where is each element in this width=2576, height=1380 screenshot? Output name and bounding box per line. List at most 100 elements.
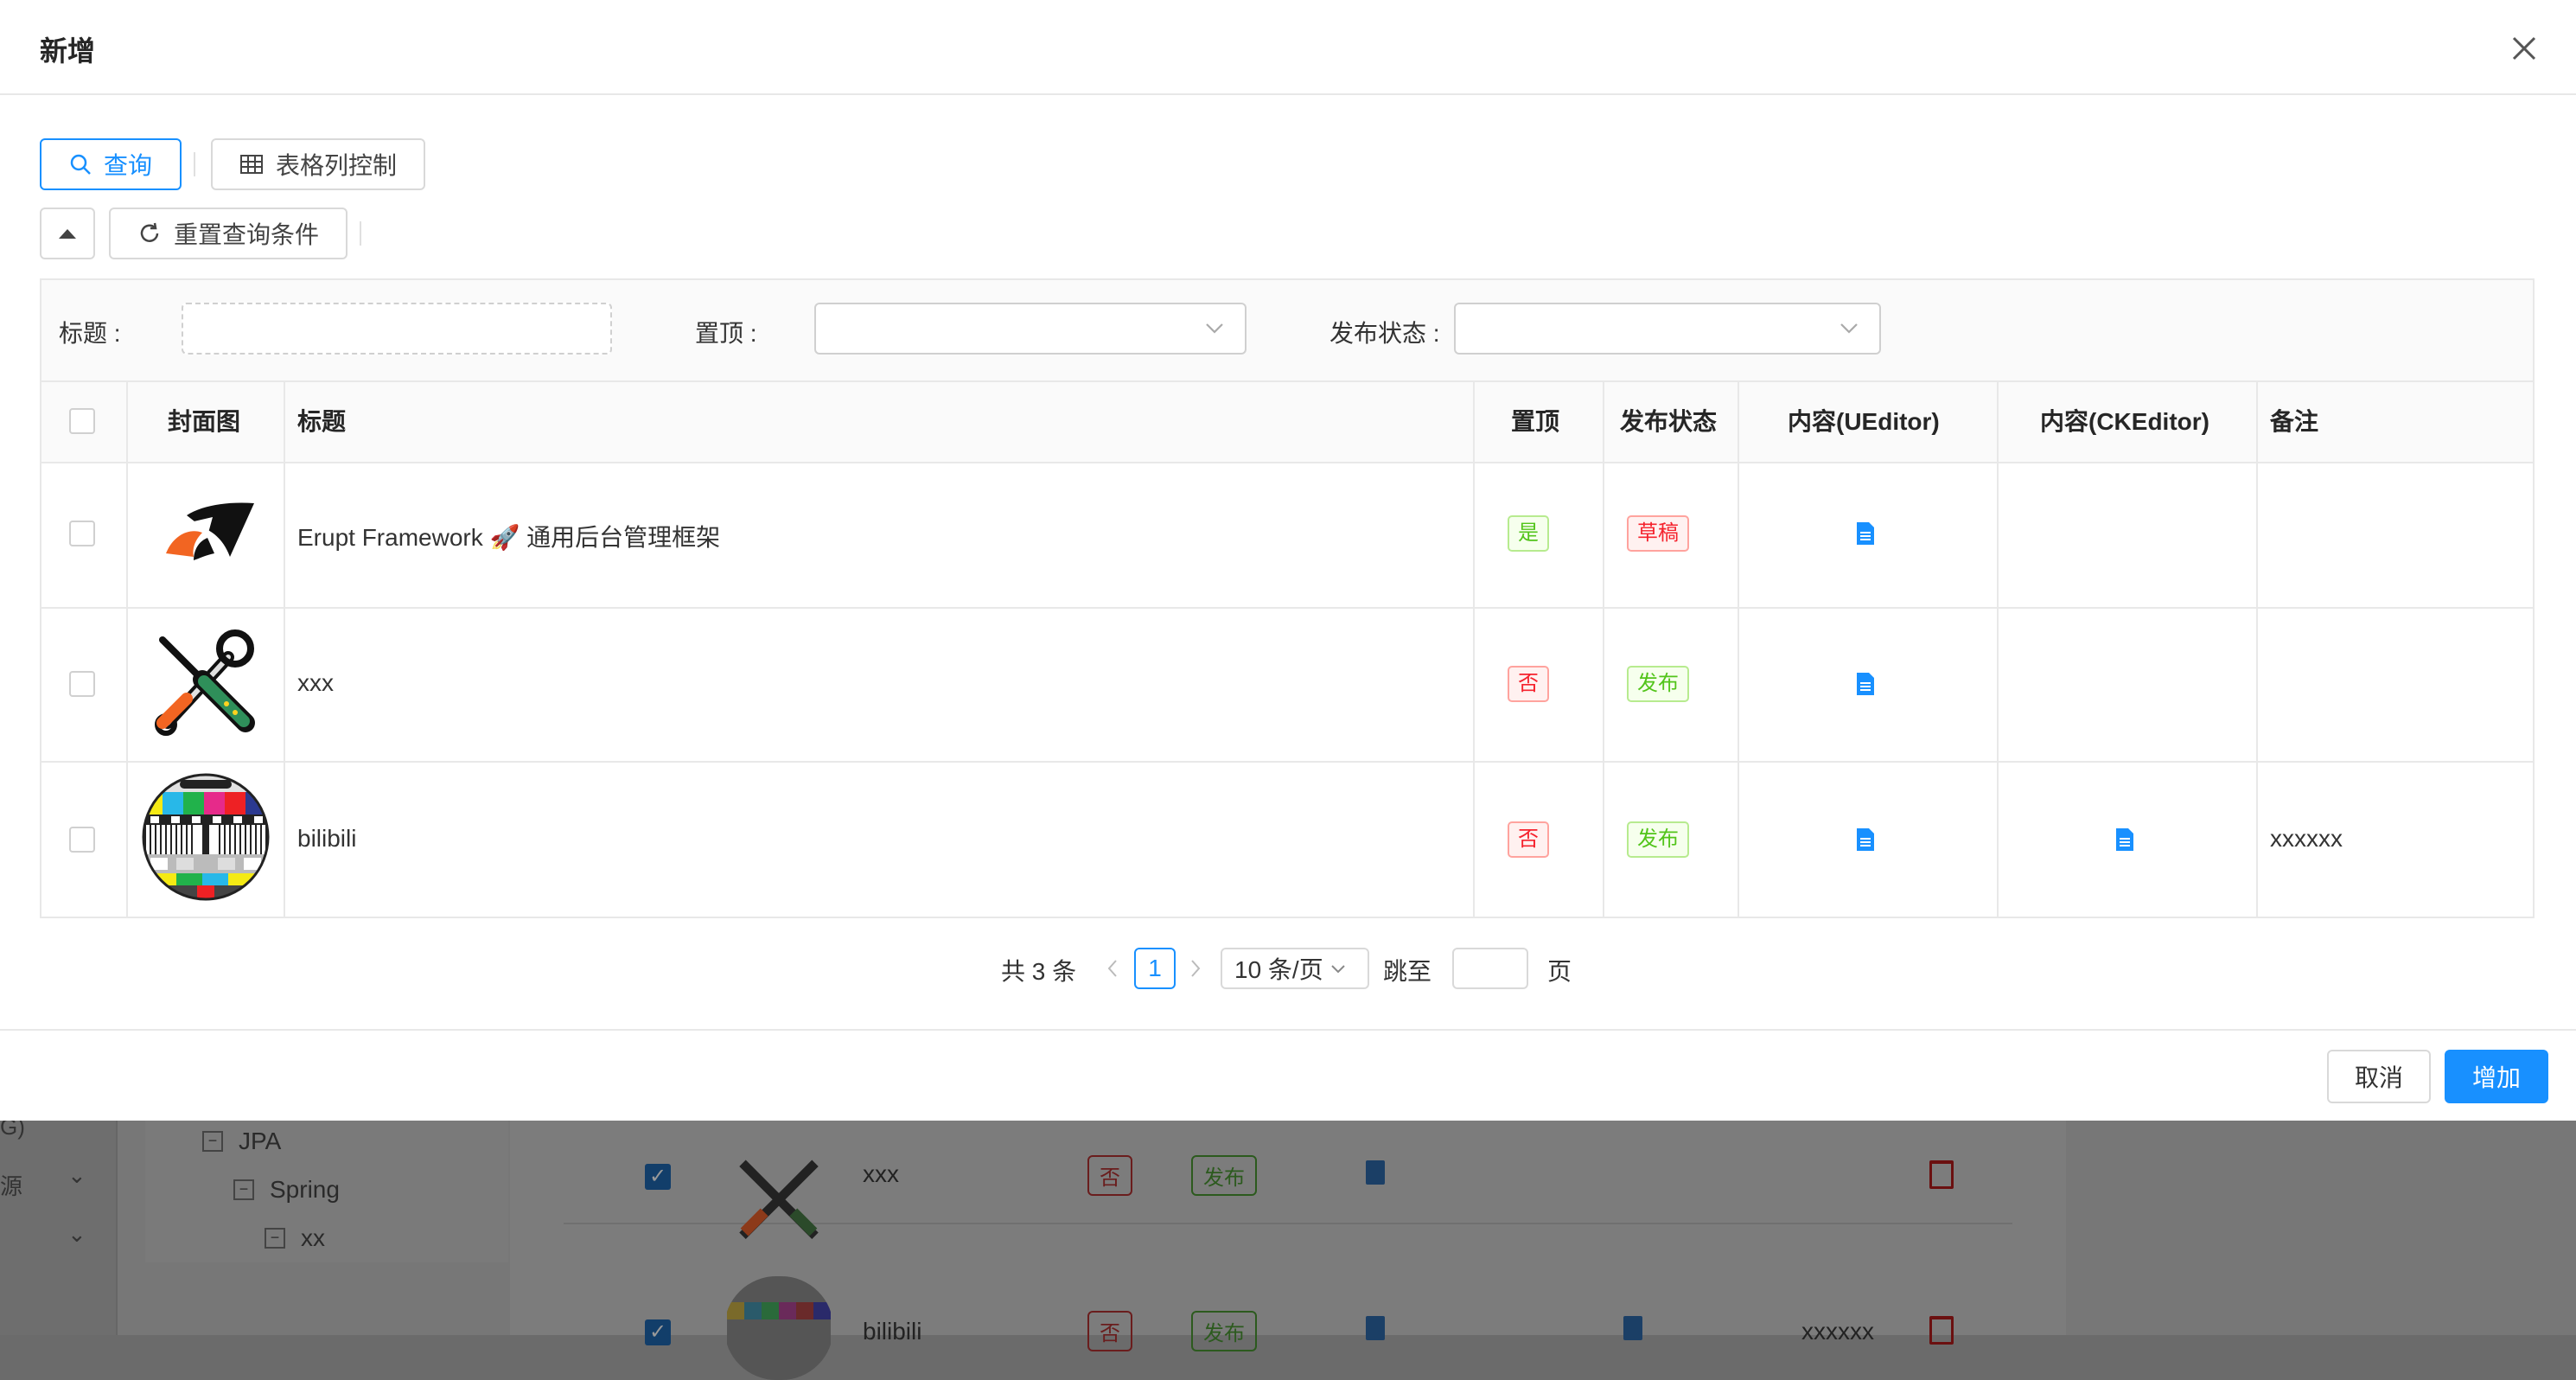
collapse-icon: − [202, 1131, 223, 1152]
bg-panel: ✓ xxx 否 发布 ✓ bilibili 否 发布 xxxxxx [510, 1121, 2066, 1380]
top-filter-label: 置顶 : [695, 320, 757, 347]
bg-sidebar: G) 源 ⌄ ⌄ [0, 1114, 118, 1335]
table-row[interactable]: xxx 否 发布 [41, 607, 2533, 763]
modal-footer: 取消 增加 [0, 1029, 2576, 1122]
jump-page-input[interactable] [1452, 948, 1528, 989]
title-filter-input[interactable] [182, 303, 612, 355]
header-ueditor: 内容(UEditor) [1788, 408, 1940, 435]
top-tag: 否 [1508, 666, 1549, 702]
search-icon [70, 154, 91, 175]
row-remark: xxxxxx [2270, 825, 2343, 852]
chevron-left-icon[interactable] [1105, 958, 1120, 979]
tools-image [155, 629, 255, 736]
doc-icon[interactable] [1855, 827, 1876, 853]
table-row[interactable]: Erupt Framework 🚀 通用后台管理框架 是 草稿 [41, 462, 2533, 609]
doc-icon[interactable] [2114, 827, 2135, 853]
bg-row-title: bilibili [863, 1318, 922, 1345]
page-1-button[interactable]: 1 [1134, 948, 1176, 989]
bg-tree-label: JPA [239, 1128, 282, 1154]
bg-table-row: ✓ bilibili 否 发布 xxxxxx [564, 1224, 2012, 1380]
bg-tree-label: Spring [270, 1176, 340, 1203]
table-row[interactable]: bilibili 否 发布 xxxxxx [41, 761, 2533, 917]
bg-tree-node: − JPA [202, 1128, 281, 1155]
checkbox-checked-icon: ✓ [645, 1319, 671, 1345]
reset-query-button[interactable]: 重置查询条件 [109, 208, 348, 259]
row-checkbox[interactable] [69, 521, 95, 546]
test-card-image [727, 1276, 831, 1380]
row-checkbox[interactable] [69, 827, 95, 853]
table-icon [239, 155, 263, 174]
query-button-label: 查询 [103, 152, 152, 179]
row-title: xxx [297, 669, 334, 696]
background-app: G) 源 ⌄ ⌄ − JPA − Spring − xx ✓ xxx 否 发布 … [0, 1114, 2576, 1380]
bg-tag-status: 发布 [1191, 1311, 1257, 1351]
row-title: bilibili [297, 825, 357, 852]
query-button[interactable]: 查询 [40, 138, 182, 190]
top-filter-select[interactable] [814, 303, 1247, 355]
column-control-button[interactable]: 表格列控制 [211, 138, 425, 190]
modal-title: 新增 [40, 35, 96, 67]
trash-icon [1929, 1316, 1954, 1345]
header-title: 标题 [297, 408, 347, 435]
header-status: 发布状态 [1620, 408, 1718, 435]
header-remark: 备注 [2270, 408, 2319, 435]
pagination-total: 共 3 条 [1001, 958, 1077, 985]
top-tag: 是 [1508, 515, 1549, 552]
submit-button[interactable]: 增加 [2445, 1050, 2548, 1103]
column-control-label: 表格列控制 [275, 152, 397, 179]
reload-icon [140, 222, 159, 242]
status-filter-label: 发布状态 : [1329, 320, 1440, 347]
title-filter-label: 标题 : [59, 320, 121, 347]
row-title: Erupt Framework 🚀 通用后台管理框架 [297, 524, 721, 551]
bg-tree-node: − xx [265, 1224, 325, 1252]
chevron-down-icon: ⌄ [67, 1221, 86, 1247]
select-all-checkbox[interactable] [69, 408, 95, 434]
trash-icon [1929, 1160, 1954, 1189]
table-header: 封面图 标题 置顶 发布状态 内容(UEditor) 内容(CKEditor) … [41, 382, 2533, 463]
row-checkbox[interactable] [69, 671, 95, 697]
header-cover: 封面图 [168, 408, 241, 435]
status-tag: 草稿 [1627, 515, 1689, 552]
chevron-down-icon [1206, 323, 1223, 334]
doc-icon[interactable] [1855, 671, 1876, 697]
top-tag: 否 [1508, 821, 1549, 858]
bg-row-remark: xxxxxx [1801, 1318, 1874, 1345]
bg-tag-status: 发布 [1191, 1155, 1257, 1196]
doc-icon [1623, 1316, 1642, 1340]
bg-tree: − JPA − Spring − xx [145, 1121, 508, 1262]
header-ckeditor: 内容(CKEditor) [2040, 408, 2209, 435]
collapse-icon: − [265, 1228, 285, 1249]
status-tag: 发布 [1627, 666, 1689, 702]
doc-icon [1366, 1160, 1385, 1185]
page-size-value: 10 条/页 [1234, 956, 1323, 983]
reset-query-label: 重置查询条件 [173, 221, 319, 248]
cancel-button[interactable]: 取消 [2327, 1050, 2431, 1103]
doc-icon [1366, 1316, 1385, 1340]
chevron-right-icon[interactable] [1188, 958, 1203, 979]
doc-icon[interactable] [1855, 521, 1876, 546]
bg-tree-label: xx [301, 1224, 325, 1251]
checkbox-checked-icon: ✓ [645, 1164, 671, 1190]
collapse-search-button[interactable] [40, 208, 95, 259]
toolbar-divider [194, 152, 195, 176]
bg-tag-top: 否 [1087, 1311, 1132, 1351]
collapse-icon: − [233, 1179, 254, 1200]
chevron-down-icon [1331, 965, 1345, 974]
bg-tree-node: − Spring [233, 1176, 340, 1204]
chevron-down-icon [1840, 323, 1858, 334]
close-icon[interactable] [2507, 31, 2541, 66]
search-form: 标题 : 置顶 : 发布状态 : [40, 278, 2535, 382]
test-card-image [142, 773, 270, 901]
add-modal: 新增 查询 表格列控制 重置查询条件 标题 : 置顶: 发布状态: 封面图 … [0, 0, 2576, 1121]
status-tag: 发布 [1627, 821, 1689, 858]
page-size-select[interactable]: 10 条/页 [1221, 948, 1369, 989]
status-filter-select[interactable] [1454, 303, 1881, 355]
page-suffix: 页 [1547, 958, 1572, 985]
modal-header: 新增 [0, 0, 2576, 95]
chevron-down-icon: ⌄ [67, 1162, 86, 1188]
bg-table: ✓ xxx 否 发布 ✓ bilibili 否 发布 xxxxxx [564, 1121, 2012, 1380]
jump-label: 跳至 [1383, 958, 1432, 985]
caret-up-icon [59, 229, 76, 239]
data-table: 封面图 标题 置顶 发布状态 内容(UEditor) 内容(CKEditor) … [40, 382, 2535, 918]
erupt-logo-image [166, 502, 254, 560]
